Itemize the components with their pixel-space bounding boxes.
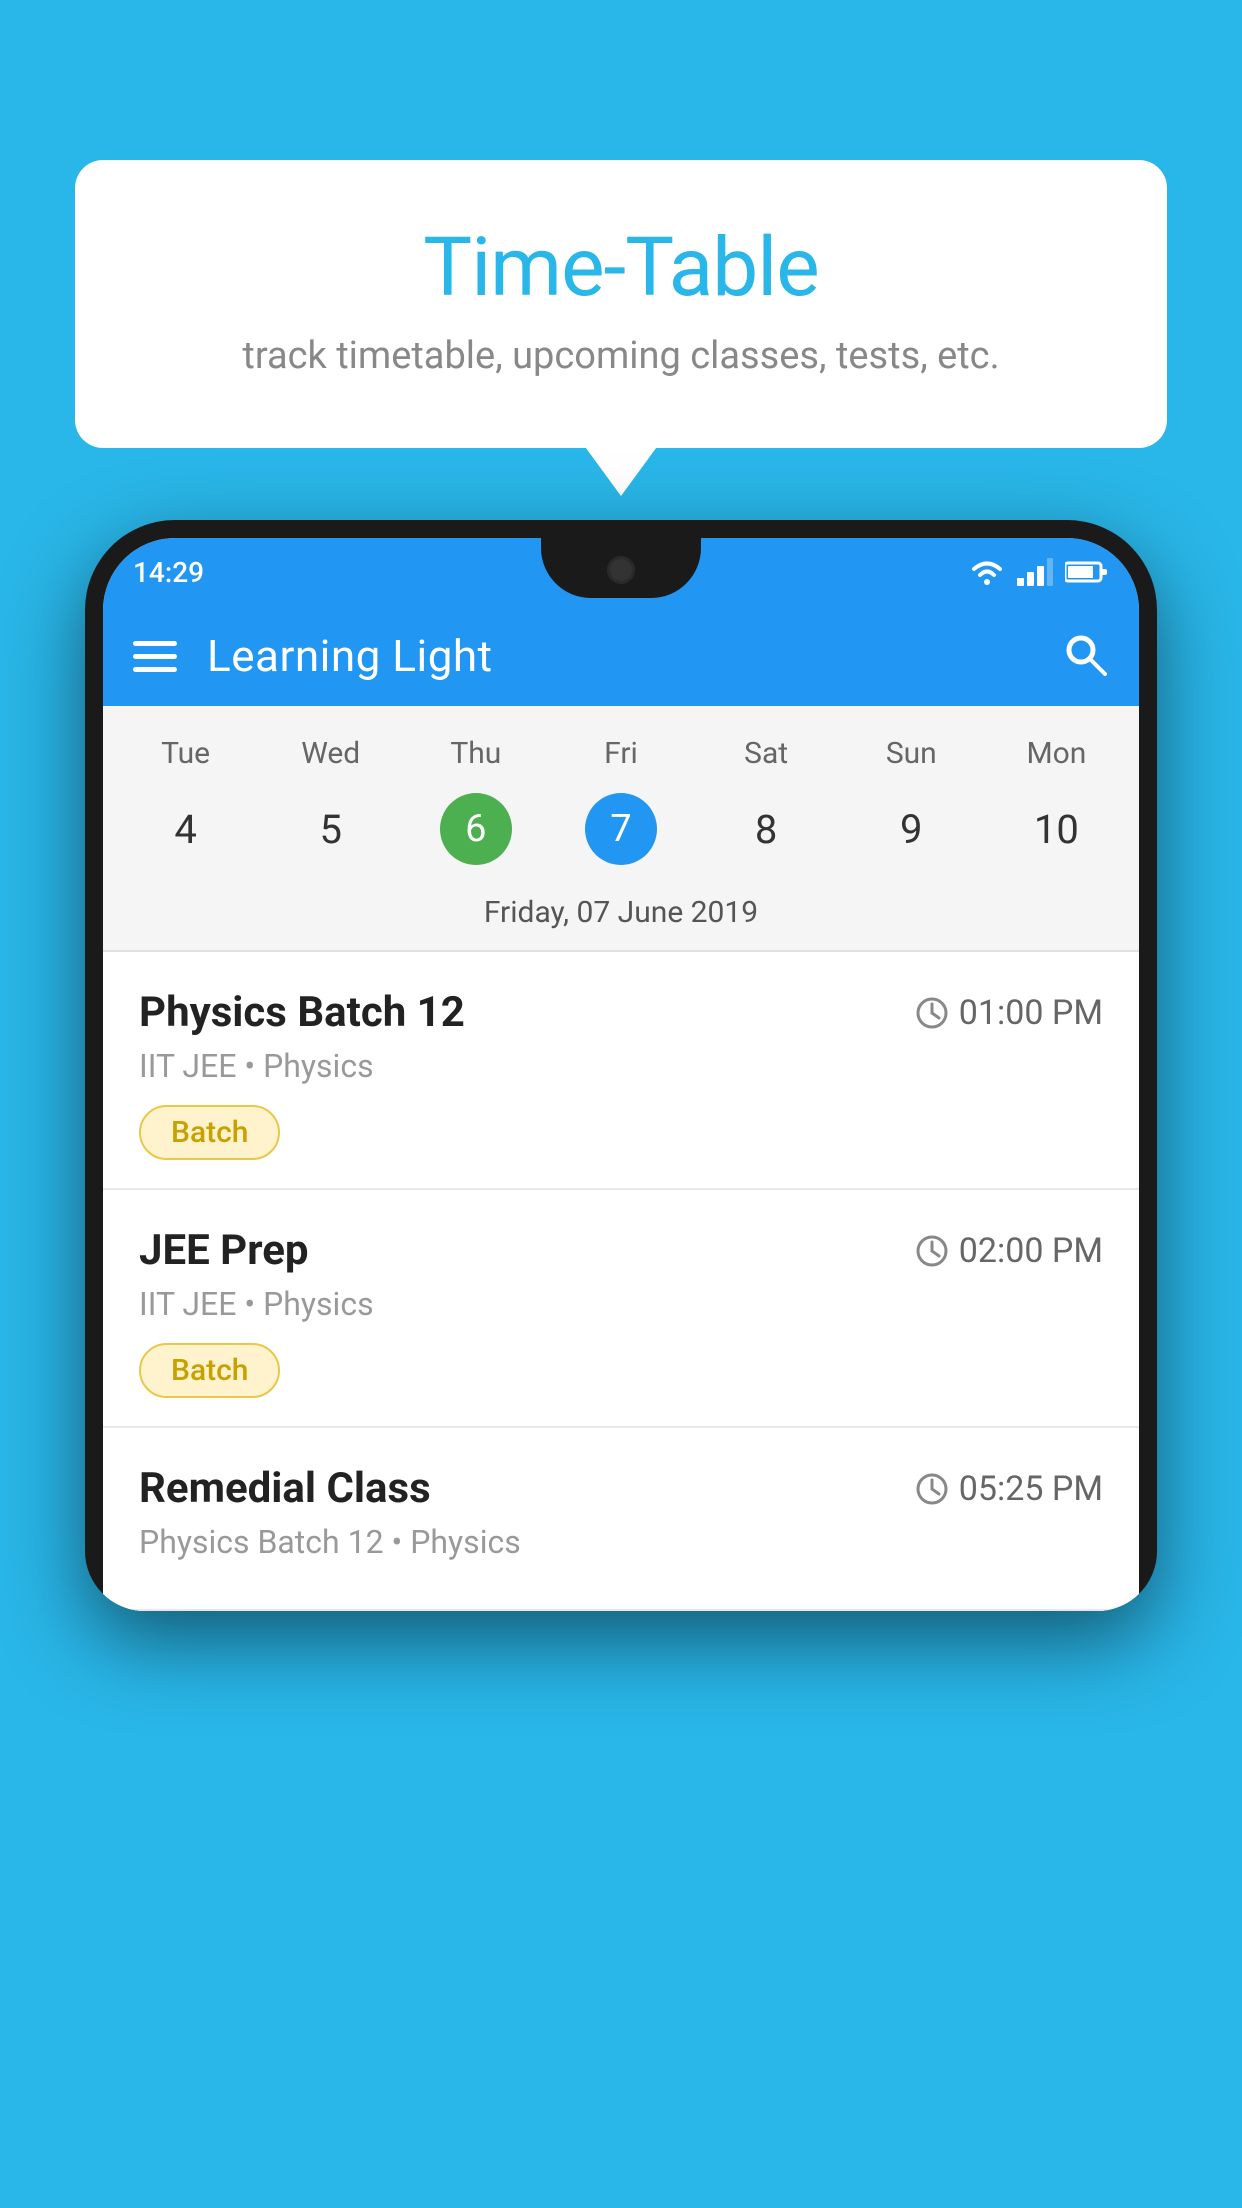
day-name-sat: Sat	[694, 726, 839, 781]
item-time-2: 02:00 PM	[915, 1231, 1103, 1271]
battery-icon	[1065, 560, 1109, 584]
item-header-3: Remedial Class 05:25 PM	[139, 1464, 1103, 1513]
day-name-mon: Mon	[984, 726, 1129, 781]
tooltip-subtitle: track timetable, upcoming classes, tests…	[125, 334, 1117, 378]
day-name-fri: Fri	[548, 726, 693, 781]
days-numbers: 4 5 6 7 8 9 10	[103, 781, 1139, 885]
selected-date-label: Friday, 07 June 2019	[103, 885, 1139, 950]
search-button[interactable]	[1061, 630, 1109, 682]
schedule-list: Physics Batch 12 01:00 PM IIT JEE • Phys…	[103, 952, 1139, 1611]
schedule-item-3[interactable]: Remedial Class 05:25 PM Physics Batch 12…	[103, 1428, 1139, 1611]
item-sub-3: Physics Batch 12 • Physics	[139, 1523, 1103, 1561]
day-10[interactable]: 10	[984, 789, 1129, 869]
tooltip-card: Time-Table track timetable, upcoming cla…	[75, 160, 1167, 448]
clock-icon-2	[915, 1234, 949, 1268]
hamburger-line-1	[133, 641, 177, 646]
search-icon	[1061, 630, 1109, 678]
clock-icon-3	[915, 1472, 949, 1506]
days-header: Tue Wed Thu Fri Sat Sun Mon	[103, 726, 1139, 781]
app-toolbar: Learning Light	[103, 606, 1139, 706]
phone-frame: 14:29	[85, 520, 1157, 1611]
item-time-3: 05:25 PM	[915, 1469, 1103, 1509]
calendar-week: Tue Wed Thu Fri Sat Sun Mon 4 5 6 7 8 9 …	[103, 706, 1139, 952]
day-5[interactable]: 5	[258, 789, 403, 869]
day-name-tue: Tue	[113, 726, 258, 781]
day-7-selected[interactable]: 7	[585, 793, 657, 865]
day-4[interactable]: 4	[113, 789, 258, 869]
phone-wrapper: 14:29	[85, 520, 1157, 2208]
item-title-2: JEE Prep	[139, 1226, 309, 1275]
status-icons	[969, 558, 1109, 586]
phone-screen: 14:29	[103, 538, 1139, 1611]
item-header-1: Physics Batch 12 01:00 PM	[139, 988, 1103, 1037]
status-time: 14:29	[133, 556, 204, 589]
status-bar: 14:29	[103, 538, 1139, 606]
schedule-item-1[interactable]: Physics Batch 12 01:00 PM IIT JEE • Phys…	[103, 952, 1139, 1190]
clock-icon-1	[915, 996, 949, 1030]
item-sub-1: IIT JEE • Physics	[139, 1047, 1103, 1085]
wifi-icon	[969, 558, 1005, 586]
day-name-wed: Wed	[258, 726, 403, 781]
batch-badge-2: Batch	[139, 1343, 280, 1398]
app-title: Learning Light	[207, 630, 1031, 682]
signal-icon	[1017, 558, 1053, 586]
schedule-item-2[interactable]: JEE Prep 02:00 PM IIT JEE • Physics Batc…	[103, 1190, 1139, 1428]
item-title-1: Physics Batch 12	[139, 988, 465, 1037]
item-time-1: 01:00 PM	[915, 993, 1103, 1033]
tooltip-title: Time-Table	[125, 220, 1117, 316]
hamburger-menu-button[interactable]	[133, 641, 177, 672]
batch-badge-1: Batch	[139, 1105, 280, 1160]
day-6-today[interactable]: 6	[440, 793, 512, 865]
day-9[interactable]: 9	[839, 789, 984, 869]
day-name-sun: Sun	[839, 726, 984, 781]
item-sub-2: IIT JEE • Physics	[139, 1285, 1103, 1323]
item-header-2: JEE Prep 02:00 PM	[139, 1226, 1103, 1275]
day-8[interactable]: 8	[694, 789, 839, 869]
front-camera	[607, 556, 635, 584]
hamburger-line-2	[133, 654, 177, 659]
item-title-3: Remedial Class	[139, 1464, 431, 1513]
day-name-thu: Thu	[403, 726, 548, 781]
hamburger-line-3	[133, 667, 177, 672]
